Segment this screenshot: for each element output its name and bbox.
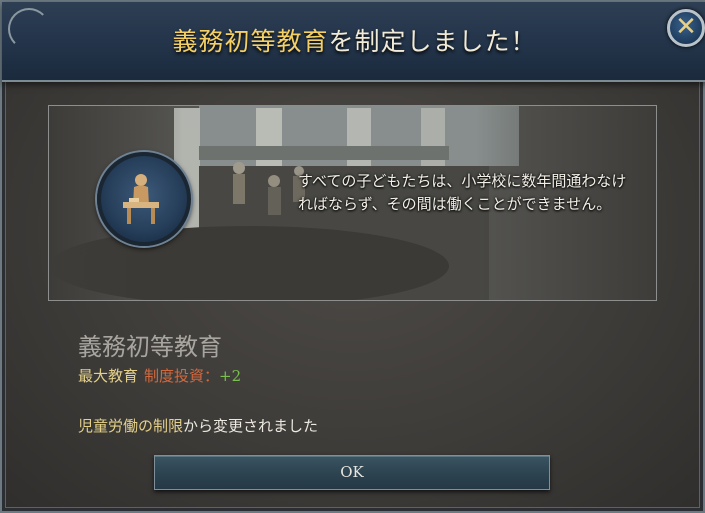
changed-from-text: 児童労働の制限から変更されました: [78, 415, 318, 436]
law-effect: 最大教育 制度投資：+2: [78, 365, 241, 386]
teacher-at-desk-icon: [97, 152, 191, 246]
changed-suffix: から変更されました: [183, 417, 319, 435]
title-suffix: を制定しました！: [328, 27, 537, 56]
ok-button[interactable]: OK: [154, 455, 550, 490]
previous-law-link[interactable]: 児童労働の制限: [78, 417, 183, 435]
title-law-name: 義務初等教育: [172, 27, 329, 56]
law-enacted-dialog: 義務初等教育を制定しました！ ✕ すべての子どもたちは、小学校に数年間通わなけれ…: [0, 0, 705, 513]
law-name: 義務初等教育: [78, 333, 222, 361]
effect-label: 制度投資：: [144, 367, 220, 385]
ornament-corner-top-left: [8, 8, 50, 50]
close-icon: ✕: [675, 12, 697, 42]
dialog-title-bar: 義務初等教育を制定しました！: [2, 2, 705, 82]
effect-key: 最大教育: [78, 367, 139, 385]
effect-value: +2: [219, 367, 242, 385]
dialog-title: 義務初等教育を制定しました！: [2, 22, 705, 58]
close-button[interactable]: ✕: [667, 9, 705, 47]
law-description: すべての子どもたちは、小学校に数年間通わなければならず、その間は働くことができま…: [298, 172, 627, 213]
